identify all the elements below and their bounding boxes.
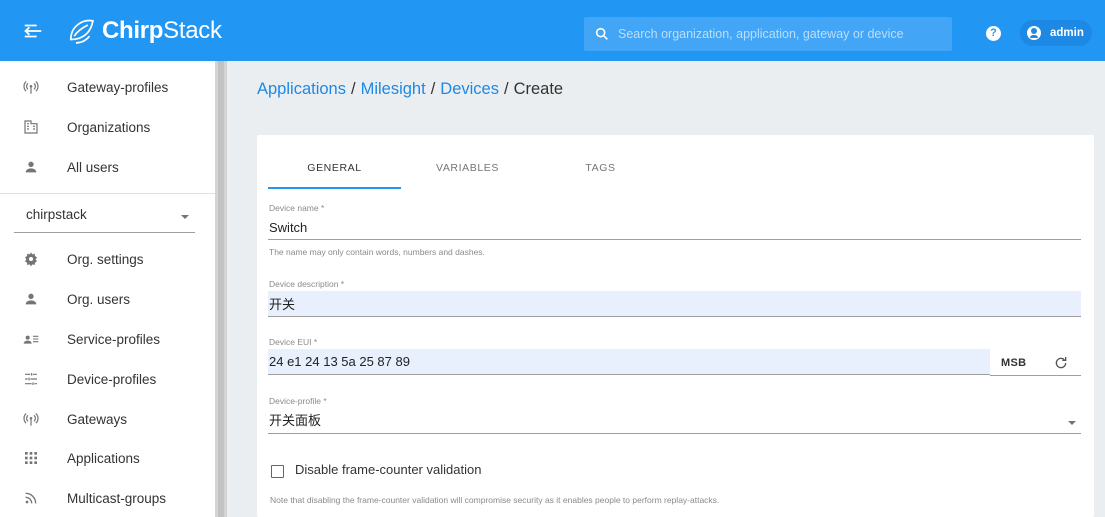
tab-general[interactable]: GENERAL — [268, 153, 401, 190]
device-name-help: The name may only contain words, numbers… — [269, 247, 485, 257]
breadcrumb-current: Create — [513, 80, 564, 98]
apps-grid-icon — [22, 449, 40, 467]
device-profile-label: Device-profile * — [269, 396, 327, 406]
antenna-icon — [22, 78, 40, 96]
rss-icon — [22, 489, 40, 507]
device-description-input[interactable] — [268, 291, 1081, 317]
sidebar-item-device-profiles[interactable]: Device-profiles — [0, 359, 215, 399]
refresh-icon[interactable] — [1053, 355, 1069, 371]
sidebar-item-label: Service-profiles — [67, 331, 161, 347]
app-bar: ChirpStack ? admin — [0, 0, 1105, 61]
organization-select-value: chirpstack — [26, 207, 87, 222]
tab-variables[interactable]: VARIABLES — [401, 153, 534, 190]
sidebar-divider — [0, 193, 215, 194]
sidebar-item-label: Org. users — [67, 291, 131, 307]
antenna-icon — [22, 410, 40, 428]
device-profile-select[interactable]: 开关面板 — [268, 408, 1081, 434]
device-profile-value: 开关面板 — [269, 413, 322, 428]
device-form-card: GENERAL VARIABLES TAGS Device name * The… — [257, 135, 1094, 517]
help-icon[interactable]: ? — [986, 26, 1001, 41]
sidebar-item-gateway-profiles[interactable]: Gateway-profiles — [0, 67, 215, 107]
sidebar-item-organizations[interactable]: Organizations — [0, 107, 215, 147]
user-menu-button[interactable]: admin — [1020, 20, 1092, 46]
device-description-label: Device description * — [269, 279, 345, 289]
sidebar-item-label: All users — [67, 159, 119, 175]
scrollbar-thumb[interactable] — [218, 61, 224, 517]
account-details-icon — [22, 330, 40, 348]
collapse-menu-icon[interactable] — [22, 20, 44, 42]
active-tab-indicator — [268, 187, 401, 189]
chevron-down-icon[interactable] — [1068, 421, 1076, 425]
sidebar-item-label: Gateway-profiles — [67, 79, 169, 95]
sidebar-item-label: Org. settings — [67, 251, 144, 267]
breadcrumb-milesight[interactable]: Milesight — [361, 80, 426, 98]
breadcrumb-devices[interactable]: Devices — [440, 80, 499, 98]
tab-tags[interactable]: TAGS — [534, 153, 667, 190]
breadcrumb-separator: / — [430, 80, 436, 98]
chirpstack-logo-icon — [69, 19, 94, 44]
frame-counter-note: Note that disabling the frame-counter va… — [270, 495, 720, 505]
device-name-label: Device name * — [269, 203, 325, 213]
device-eui-label: Device EUI * — [269, 337, 318, 347]
person-icon — [22, 290, 40, 308]
building-icon — [22, 118, 40, 136]
disable-frame-counter-checkbox[interactable] — [271, 465, 284, 478]
user-name: admin — [1050, 27, 1084, 39]
sidebar-item-multicast-groups[interactable]: Multicast-groups — [0, 478, 215, 517]
account-circle-icon — [1027, 26, 1041, 40]
sidebar-item-org-users[interactable]: Org. users — [0, 279, 215, 319]
device-eui-underline — [990, 375, 1081, 376]
search-icon — [595, 27, 608, 40]
sidebar-scrollbar[interactable] — [215, 61, 227, 517]
device-eui-input[interactable] — [268, 349, 990, 375]
breadcrumb-separator: / — [350, 80, 356, 98]
chevron-down-icon — [181, 215, 189, 219]
person-icon — [22, 158, 40, 176]
sidebar-item-label: Gateways — [67, 411, 128, 427]
sidebar-item-label: Device-profiles — [67, 371, 157, 387]
device-name-input[interactable] — [268, 216, 1081, 240]
search-box[interactable] — [584, 17, 952, 51]
sidebar-item-applications[interactable]: Applications — [0, 438, 215, 478]
disable-frame-counter-label[interactable]: Disable frame-counter validation — [295, 462, 481, 477]
sidebar-item-service-profiles[interactable]: Service-profiles — [0, 319, 215, 359]
tune-icon — [22, 370, 40, 388]
sidebar-item-label: Applications — [67, 450, 140, 466]
sidebar-item-label: Multicast-groups — [67, 490, 167, 506]
logo-text: ChirpStack — [102, 17, 222, 44]
chirpstack-logo[interactable]: ChirpStack — [64, 14, 222, 48]
sidebar: Gateway-profiles Organizations All users… — [0, 61, 215, 517]
gear-icon — [22, 250, 40, 268]
organization-select[interactable]: chirpstack — [14, 201, 195, 233]
search-input[interactable] — [618, 27, 938, 41]
sidebar-item-gateways[interactable]: Gateways — [0, 399, 215, 439]
sidebar-item-label: Organizations — [67, 119, 151, 135]
sidebar-item-org-settings[interactable]: Org. settings — [0, 239, 215, 279]
breadcrumb-applications[interactable]: Applications — [257, 80, 346, 98]
breadcrumb: Applications / Milesight / Devices / Create — [257, 80, 563, 99]
sidebar-item-all-users[interactable]: All users — [0, 147, 215, 187]
byte-order-toggle-button[interactable]: MSB — [1001, 357, 1026, 369]
breadcrumb-separator: / — [503, 80, 509, 98]
